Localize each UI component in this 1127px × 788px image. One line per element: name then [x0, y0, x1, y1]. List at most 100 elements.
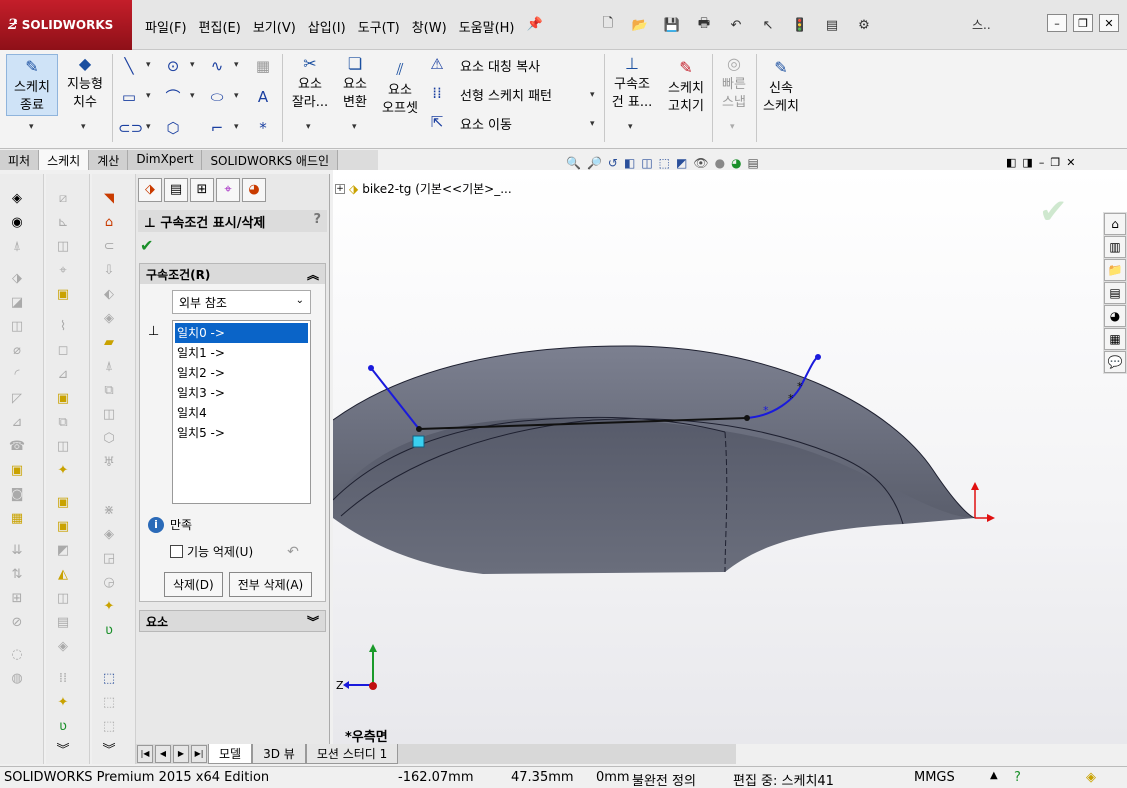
mirror-entities-button[interactable]: 요소 대칭 복사 [460, 56, 540, 75]
list-item[interactable]: 일치0 -> [175, 323, 308, 343]
relations-dropdown-icon[interactable]: ▾ [628, 122, 633, 132]
fillet-dropdown-icon[interactable]: ▾ [234, 122, 239, 132]
boundary-icon[interactable]: ◪ [8, 294, 26, 312]
arc-icon[interactable]: ⌒ [162, 86, 184, 108]
search-commands[interactable]: 스.. [972, 16, 991, 33]
shell-icon[interactable]: ☎ [8, 438, 26, 456]
home-icon[interactable]: ⌂ [1104, 213, 1126, 235]
spline-tool-icon[interactable]: ʋ [100, 622, 118, 640]
revolve-icon[interactable]: ◉ [8, 214, 26, 232]
trim-dropdown-icon[interactable]: ▾ [306, 122, 311, 132]
move-entities-button[interactable]: 요소 이동 [460, 114, 512, 133]
linear-pattern-icon[interactable]: ⁞⁞ [426, 82, 448, 104]
tab-motion-study[interactable]: 모션 스터디 1 [305, 744, 399, 764]
cube-icon[interactable]: ⬡ [100, 430, 118, 448]
delete-all-button[interactable]: 전부 삭제(A) [228, 572, 313, 597]
ref-axis-icon[interactable]: ⊾ [54, 214, 72, 232]
slot-icon[interactable]: ⊂⊃ [118, 117, 143, 139]
curve-points-icon[interactable]: ◫ [54, 438, 72, 456]
face-icon[interactable]: ▰ [100, 334, 118, 352]
design-library-icon[interactable]: ▥ [1104, 236, 1126, 258]
menu-insert[interactable]: 삽입(I) [303, 14, 351, 39]
slot-dropdown-icon[interactable]: ▾ [146, 122, 151, 132]
restore-icon[interactable]: ❐ [1073, 14, 1093, 32]
tab-dimxpert[interactable]: DimXpert [128, 150, 203, 170]
coincident-relation-icon[interactable] [412, 435, 425, 448]
cut-icon[interactable]: ◫ [8, 318, 26, 336]
column-expand-icon[interactable]: ︾ [100, 742, 118, 760]
snap-grid-icon[interactable]: ⁞⁞ [54, 670, 72, 688]
property-manager-tab-icon[interactable]: ▤ [164, 178, 188, 202]
dome-icon[interactable]: ◙ [8, 486, 26, 504]
tab-features[interactable]: 피처 [0, 150, 40, 170]
next-tab-icon[interactable]: ▶ [173, 745, 189, 763]
viewport-minimize-icon[interactable]: – [1039, 156, 1045, 169]
dynamic-annotation-icon[interactable]: ◫ [641, 156, 652, 170]
last-tab-icon[interactable]: ▶| [191, 745, 207, 763]
undo-relation-icon[interactable]: ↶ [287, 544, 299, 560]
tab-addins[interactable]: SOLIDWORKS 애드인 [202, 150, 339, 170]
curve-icon[interactable]: ⌇ [54, 318, 72, 336]
confirmation-corner-check-icon[interactable]: ✔ [1039, 192, 1068, 232]
list-item[interactable]: 일치5 -> [175, 423, 308, 443]
weld-icon[interactable]: ⋇ [100, 502, 118, 520]
menu-tools[interactable]: 도구(T) [353, 14, 405, 39]
exit-sketch-dropdown-icon[interactable]: ▾ [29, 122, 34, 132]
undo-icon[interactable]: ↶ [723, 14, 749, 36]
rectangle-dropdown-icon[interactable]: ▾ [146, 91, 151, 101]
pattern-dropdown-icon[interactable]: ▾ [590, 90, 595, 100]
traffic-light-icon[interactable]: 🚦 [787, 14, 813, 36]
copy-body-icon[interactable]: ⧉ [100, 382, 118, 400]
draft-icon[interactable]: ⇩ [100, 262, 118, 280]
tab-evaluate[interactable]: 계산 [89, 150, 129, 170]
curve-through-points-icon[interactable]: ʋ [54, 718, 72, 736]
box-view-icon[interactable]: ⬚ [100, 670, 118, 688]
view-palette-icon[interactable]: ▤ [1104, 282, 1126, 304]
sketch-point[interactable] [815, 354, 821, 360]
relations-group-header[interactable]: 구속조건(R) ︽ [140, 264, 325, 284]
view-orientation-icon[interactable]: ⬚ [659, 156, 670, 170]
sketch-point[interactable] [744, 415, 750, 421]
rotate-icon[interactable]: ⬖ [100, 286, 118, 304]
cut-list-icon[interactable]: ◈ [100, 526, 118, 544]
rib-icon[interactable]: ⊿ [8, 414, 26, 432]
projected-curve-icon[interactable]: ▣ [54, 390, 72, 408]
viewport-restore-icon[interactable]: ❐ [1050, 156, 1060, 169]
custom-properties-icon[interactable]: ▦ [1104, 328, 1126, 350]
spline-handle-marker[interactable]: * [763, 404, 769, 417]
part-icon[interactable]: ♅ [100, 454, 118, 472]
sweep-icon[interactable]: ⍋ [8, 238, 26, 256]
sketch-3d-icon[interactable]: ✦ [54, 462, 72, 480]
circle-dropdown-icon[interactable]: ▾ [190, 60, 195, 70]
helix-icon[interactable]: ◻ [54, 342, 72, 360]
replace-face-icon[interactable]: ◈ [54, 638, 72, 656]
tile-left-icon[interactable]: ◧ [1006, 156, 1016, 169]
knit-icon[interactable]: ◫ [54, 590, 72, 608]
minimize-icon[interactable]: – [1047, 14, 1067, 32]
repair-sketch-button[interactable]: ✎ 스케치 고치기 [662, 58, 710, 116]
rectangle-icon[interactable]: ▭ [118, 86, 140, 108]
save-icon[interactable]: 💾 [659, 14, 685, 36]
menu-edit[interactable]: 편집(E) [194, 14, 246, 39]
spline-icon[interactable]: ∿ [206, 55, 228, 77]
suppress-checkbox[interactable] [170, 545, 183, 558]
dimxpert-manager-tab-icon[interactable]: ⌖ [216, 178, 240, 202]
fill-surface-icon[interactable]: ◭ [54, 566, 72, 584]
ref-plane-icon[interactable]: ⧄ [54, 190, 72, 208]
ellipse-icon[interactable]: ⬭ [206, 86, 228, 108]
ellipse-dropdown-icon[interactable]: ▾ [234, 91, 239, 101]
surface-icon[interactable]: ▣ [8, 462, 26, 480]
convert-small-icon[interactable]: ⊂ [100, 238, 118, 256]
split-icon[interactable]: ⊞ [8, 590, 26, 608]
delete-button[interactable]: 삭제(D) [164, 572, 223, 597]
loft-icon[interactable]: ⬗ [8, 270, 26, 288]
fillet-icon[interactable]: ⌐ [206, 117, 228, 139]
sketch-picture-icon[interactable]: ✦ [54, 694, 72, 712]
section-view-icon[interactable]: ◧ [624, 156, 635, 170]
options-gear-icon[interactable]: ⚙ [851, 14, 877, 36]
hide-show-items-icon[interactable]: 👁 [693, 156, 708, 170]
line-icon[interactable]: ╲ [118, 55, 140, 77]
text-icon[interactable]: A [252, 86, 274, 108]
mirror-body-icon[interactable]: ◈ [100, 310, 118, 328]
arc-dropdown-icon[interactable]: ▾ [190, 91, 195, 101]
